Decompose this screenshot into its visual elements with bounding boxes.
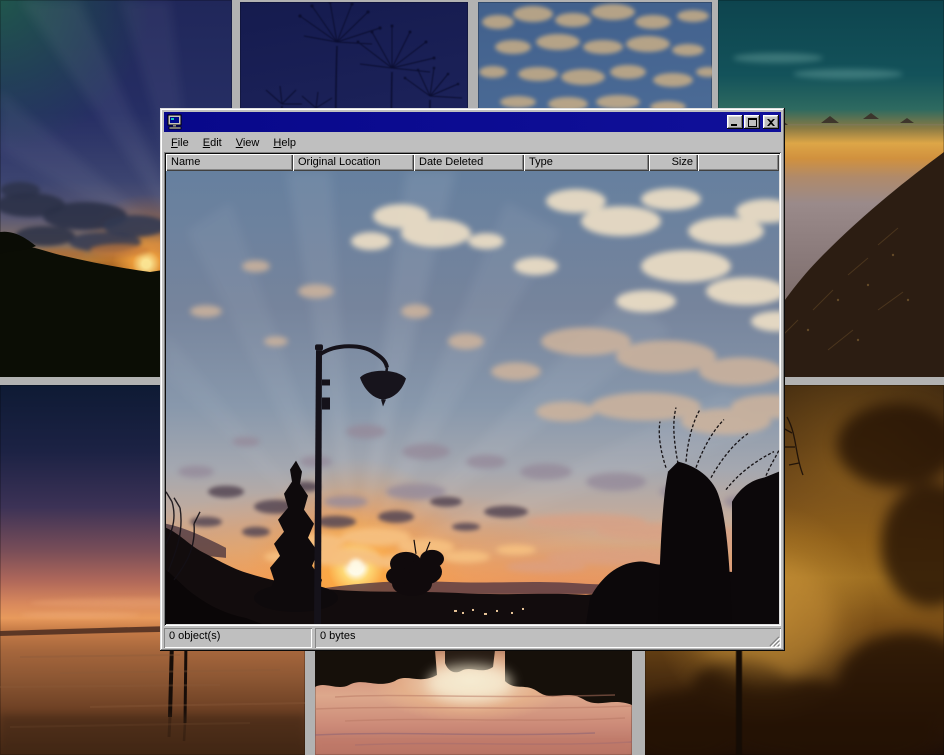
resize-grip-icon[interactable] [767,634,780,647]
status-bytes: 0 bytes [315,628,781,648]
minimize-icon [731,118,739,126]
window-titlebar[interactable] [164,112,781,132]
column-header-filler [698,154,779,171]
menu-edit[interactable]: Edit [196,135,229,151]
menu-bar: File Edit View Help [163,133,782,152]
menu-view[interactable]: View [229,135,267,151]
computer-icon [167,114,183,130]
column-header-date-deleted[interactable]: Date Deleted [414,154,524,171]
minimize-button[interactable] [727,115,743,129]
explorer-window: File Edit View Help Name Original Locati… [160,108,785,651]
menu-file[interactable]: File [164,135,196,151]
column-header-name[interactable]: Name [166,154,293,171]
maximize-icon [748,118,757,127]
close-button[interactable] [763,115,779,129]
status-bar: 0 object(s) 0 bytes [164,628,781,648]
list-view[interactable]: Name Original Location Date Deleted Type… [164,152,781,626]
maximize-button[interactable] [744,115,760,129]
status-bytes-text: 0 bytes [320,630,355,642]
column-header-size[interactable]: Size [649,154,698,171]
menu-help[interactable]: Help [266,135,303,151]
column-header-type[interactable]: Type [524,154,649,171]
list-view-background-photo[interactable] [166,171,779,624]
sunset-lamp-photo-art [166,171,779,624]
column-header-original-location[interactable]: Original Location [293,154,414,171]
column-header-row: Name Original Location Date Deleted Type… [166,154,779,171]
status-objects: 0 object(s) [164,628,312,648]
close-icon [767,119,775,126]
